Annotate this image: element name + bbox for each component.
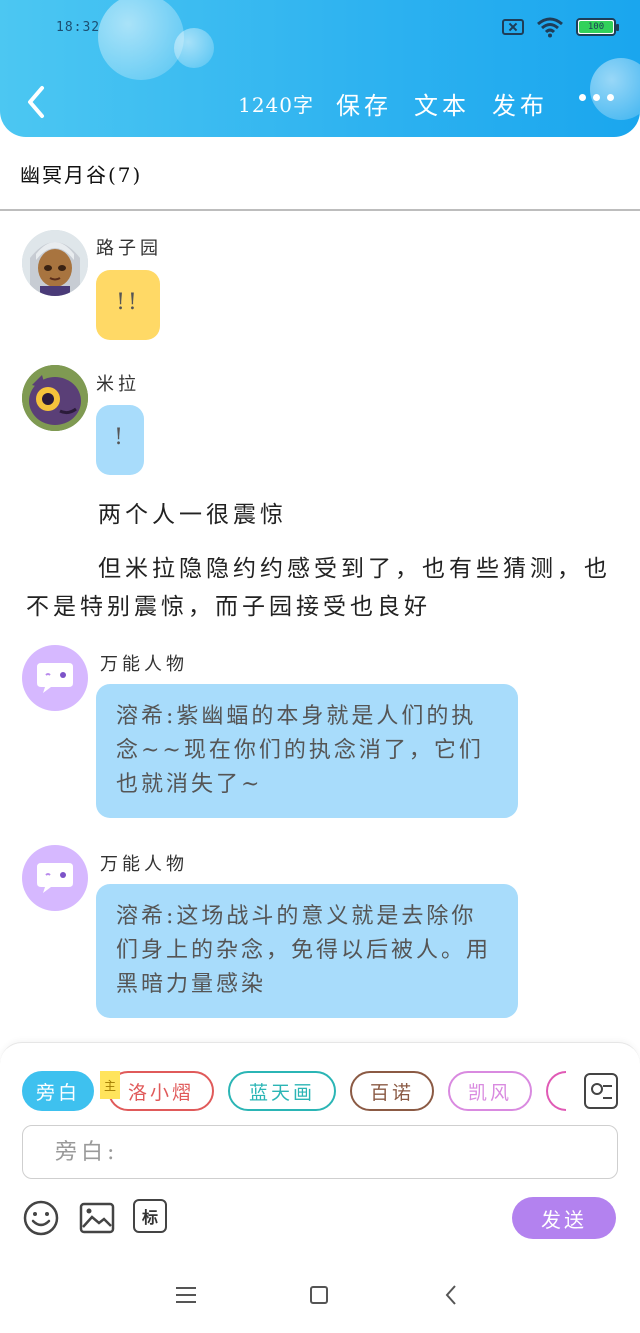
sender-name: 万能人物 [100,854,188,875]
no-sim-icon [502,19,524,35]
group-title-bar: 幽冥月谷(7) [0,137,640,211]
chat-bubble[interactable]: 溶希:这场战斗的意义就是去除你们身上的杂念，免得以后被人。用黑暗力量感染 [96,884,518,1018]
role-chip[interactable]: 洛小熠 [108,1071,214,1111]
chat-bubble[interactable]: !! [96,270,160,340]
chat-bubble[interactable]: 溶希:紫幽蝠的本身就是人们的执念~~现在你们的执念消了，它们也就消失了~ [96,684,518,818]
role-chip-partial[interactable] [546,1071,566,1111]
avatar[interactable] [22,645,88,711]
chat-bubble-icon [37,663,73,693]
system-nav-bar [0,1258,640,1333]
header-toolbar: 1240字 保存 文本 发布 [238,86,548,121]
avatar[interactable] [22,365,88,431]
character-avatar-icon [22,230,88,296]
status-time: 18:32 [56,20,101,35]
contact-card-icon[interactable] [584,1073,618,1109]
marker-button[interactable]: 标 [133,1199,167,1233]
input-panel: 旁白 洛小熠 蓝天画 百诺 凯风 主 标 发送 [0,1042,640,1258]
sender-name: 路子园 [96,238,162,259]
role-chip-narration[interactable]: 旁白 [22,1071,94,1111]
message-input-box[interactable] [22,1125,618,1179]
back-arrow-icon[interactable] [18,82,58,122]
avatar[interactable] [22,845,88,911]
wifi-icon [537,17,563,38]
text-button[interactable]: 文本 [414,86,470,121]
chat-bubble[interactable]: ! [96,405,144,475]
decor-bubble [590,58,640,120]
role-chip[interactable]: 百诺 [350,1071,434,1111]
battery-icon: 100 [576,18,619,36]
emoji-icon[interactable] [22,1199,60,1237]
menu-icon[interactable] [176,1286,196,1304]
home-icon[interactable] [309,1285,329,1305]
narration-text[interactable]: 两个人一很震惊 [26,496,616,534]
chat-bubble-icon [37,863,73,893]
send-button[interactable]: 发送 [512,1197,616,1239]
decor-bubble [174,28,214,68]
more-menu-icon[interactable] [579,94,614,101]
main-role-tag: 主 [100,1071,120,1099]
image-icon[interactable] [78,1199,116,1237]
app-header: 18:32 100 1240字 保存 文本 发布 [0,0,640,137]
word-count: 1240字 [238,93,314,117]
publish-button[interactable]: 发布 [492,86,548,121]
save-button[interactable]: 保存 [336,86,392,121]
narration-text[interactable]: 但米拉隐隐约约感受到了，也有些猜测，也不是特别震惊，而子园接受也良好 [26,550,616,626]
decor-bubble [98,0,184,80]
sender-name: 万能人物 [100,654,188,675]
avatar[interactable] [22,230,88,296]
character-avatar-icon [22,365,88,431]
status-icons: 100 [502,16,619,38]
message-input[interactable] [23,1126,617,1178]
back-nav-icon[interactable] [444,1284,458,1306]
role-chip[interactable]: 凯风 [448,1071,532,1111]
role-chip[interactable]: 蓝天画 [228,1071,336,1111]
sender-name: 米拉 [96,374,140,395]
battery-level: 100 [579,21,613,33]
group-title: 幽冥月谷(7) [20,162,143,187]
